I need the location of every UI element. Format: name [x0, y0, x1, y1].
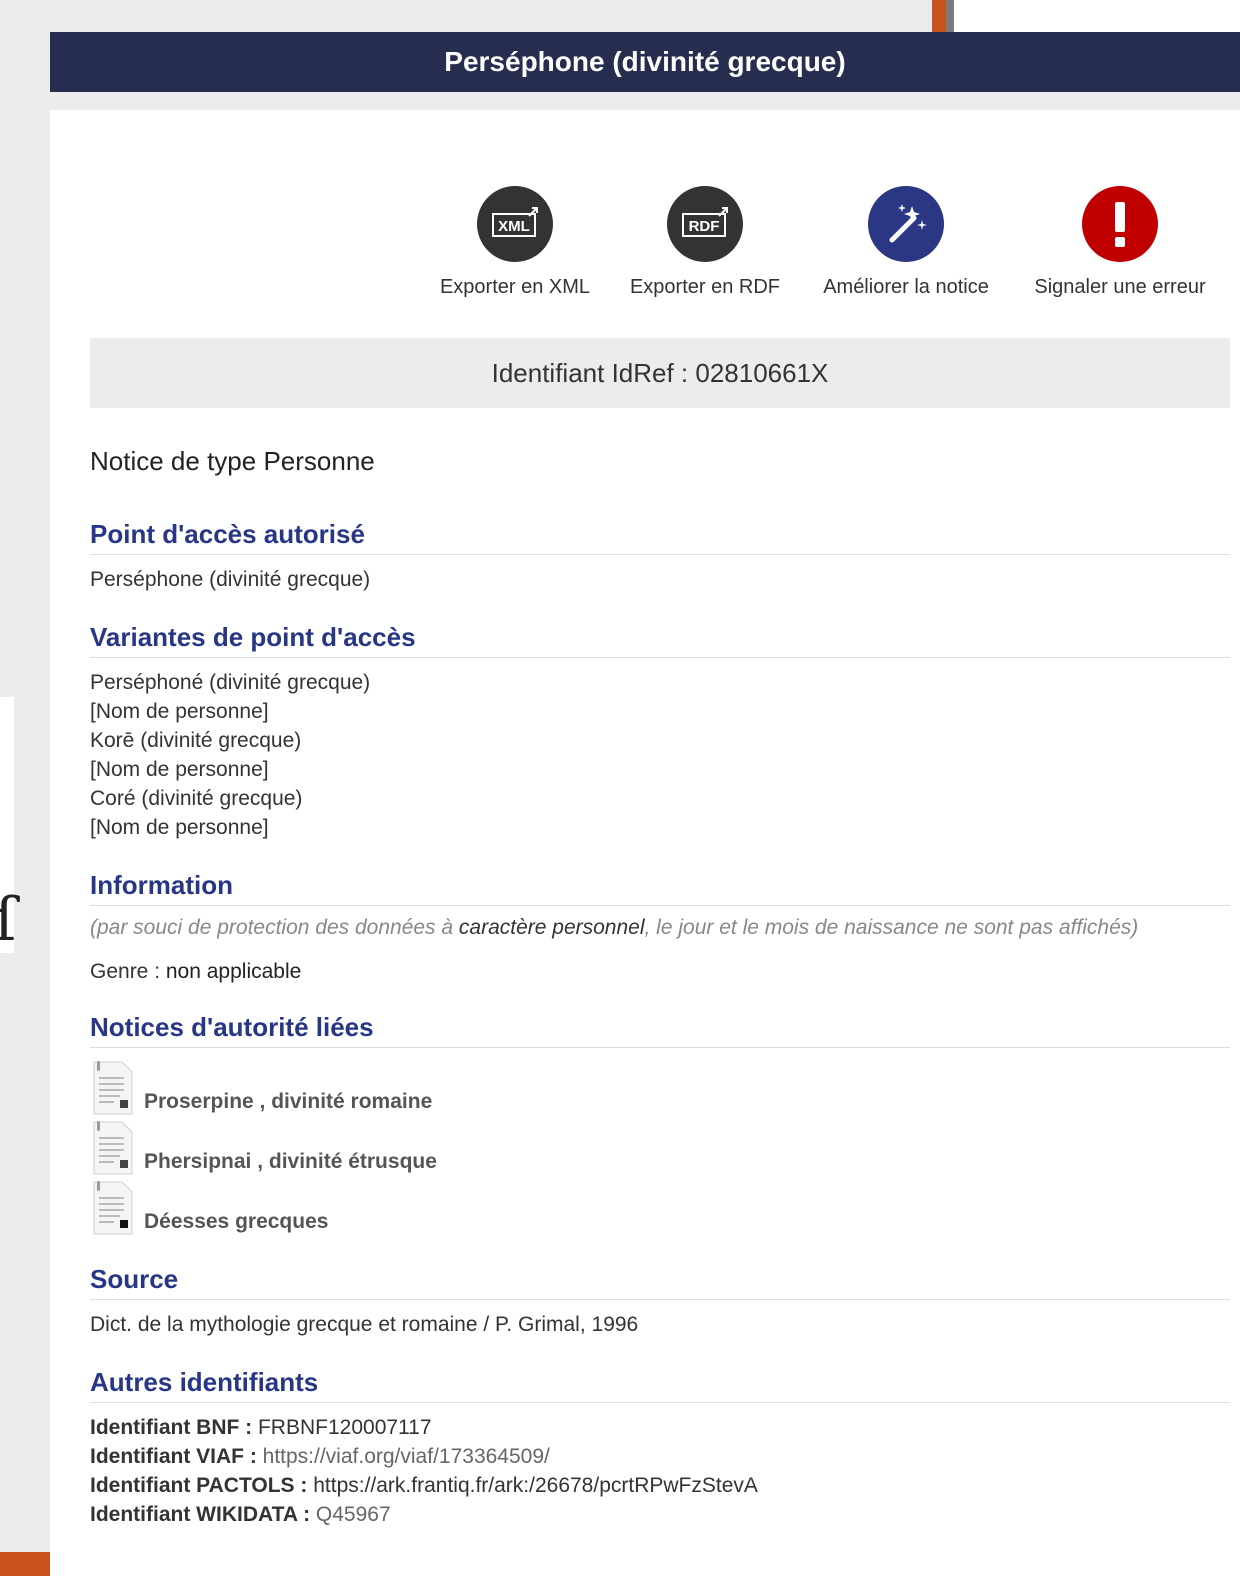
- magic-wand-icon: [868, 186, 944, 262]
- source-value: Dict. de la mythologie grecque et romain…: [90, 1313, 639, 1336]
- background-accent-orange: [932, 0, 946, 32]
- export-rdf-button[interactable]: RDF Exporter en RDF: [592, 186, 818, 306]
- background-accent-bottom: [0, 1552, 50, 1576]
- variants-section: Variantes de point d'accès Perséphoné (d…: [90, 622, 1230, 842]
- identifier-wikidata: Identifiant WIKIDATA : Q45967: [90, 1500, 1230, 1529]
- pactols-link[interactable]: https://ark.frantiq.fr/ark:/26678/pcrtRP…: [313, 1474, 758, 1497]
- action-toolbar: XML Exporter en XML RDF Exporter en RDF: [438, 186, 1228, 306]
- variant-line: [Nom de personne]: [90, 758, 269, 781]
- report-error-label: Signaler une erreur: [1034, 276, 1206, 298]
- genre-value: non applicable: [165, 960, 302, 983]
- variant-line: Perséphoné (divinité grecque): [90, 671, 371, 694]
- identifier-viaf: Identifiant VIAF : https://viaf.org/viaf…: [90, 1442, 1230, 1471]
- wikidata-link[interactable]: Q45967: [316, 1503, 391, 1526]
- exclamation-icon: [1082, 186, 1158, 262]
- document-icon: [90, 1120, 134, 1176]
- genre-label: Genre :: [90, 960, 166, 983]
- information-section: Information (par souci de protection des…: [90, 870, 1230, 984]
- background-panel-top-right: [954, 0, 1240, 32]
- identifier-label: Identifiant VIAF :: [90, 1445, 263, 1468]
- rdf-export-icon: RDF: [667, 186, 743, 262]
- linked-authority-item[interactable]: Phersipnai , divinité étrusque: [90, 1116, 1230, 1176]
- authorized-access-title: Point d'accès autorisé: [90, 519, 1230, 555]
- viaf-link[interactable]: https://viaf.org/viaf/173364509/: [263, 1445, 550, 1468]
- identifier-pactols: Identifiant PACTOLS : https://ark.franti…: [90, 1471, 1230, 1500]
- variant-line: [Nom de personne]: [90, 816, 269, 839]
- variants-list: Perséphoné (divinité grecque) [Nom de pe…: [90, 668, 1230, 842]
- notice-type-value: Personne: [263, 446, 375, 476]
- linked-authority-link[interactable]: Phersipnai , divinité étrusque: [144, 1150, 437, 1174]
- linked-authorities-list: Proserpine , divinité romaine Phersipnai…: [90, 1056, 1230, 1236]
- information-title: Information: [90, 870, 1230, 906]
- identifier-label: Identifiant PACTOLS :: [90, 1474, 314, 1497]
- variant-line: Coré (divinité grecque): [90, 787, 303, 810]
- document-icon: [90, 1180, 134, 1236]
- linked-authority-item[interactable]: Déesses grecques: [90, 1176, 1230, 1236]
- authorized-access-value: Perséphone (divinité grecque): [90, 568, 371, 591]
- svg-text:XML: XML: [498, 218, 530, 235]
- privacy-note-emphasis: caractère personnel: [458, 916, 645, 939]
- other-identifiers-list: Identifiant BNF : FRBNF120007117 Identif…: [90, 1413, 1230, 1529]
- record-content: XML Exporter en XML RDF Exporter en RDF: [50, 110, 1240, 1576]
- linked-authorities-title: Notices d'autorité liées: [90, 1012, 1230, 1048]
- authorized-access-section: Point d'accès autorisé Perséphone (divin…: [90, 519, 1230, 594]
- notice-type: Notice de type Personne: [90, 446, 1230, 477]
- linked-authority-link[interactable]: Proserpine , divinité romaine: [144, 1090, 432, 1114]
- svg-text:RDF: RDF: [689, 218, 720, 235]
- other-identifiers-section: Autres identifiants Identifiant BNF : FR…: [90, 1367, 1230, 1529]
- identifier-bnf: Identifiant BNF : FRBNF120007117: [90, 1413, 1230, 1442]
- genre-line: Genre : non applicable: [90, 960, 1230, 984]
- export-xml-label: Exporter en XML: [439, 276, 591, 298]
- improve-record-label: Améliorer la notice: [823, 276, 989, 298]
- identifier-value: FRBNF120007117: [257, 1416, 432, 1439]
- linked-authorities-section: Notices d'autorité liées Proserpine , di…: [90, 1012, 1230, 1236]
- identifier-label: Identifiant WIKIDATA :: [90, 1503, 316, 1526]
- privacy-note-text-end: , le jour et le mois de naissance ne son…: [644, 916, 1139, 939]
- xml-export-icon: XML: [477, 186, 553, 262]
- idref-identifier: Identifiant IdRef : 02810661X: [90, 338, 1230, 408]
- export-xml-button[interactable]: XML Exporter en XML: [438, 186, 592, 306]
- record-panel: Perséphone (divinité grecque) XML Export…: [50, 32, 1240, 1576]
- notice-type-label: Notice de type: [90, 446, 257, 476]
- linked-authority-item[interactable]: Proserpine , divinité romaine: [90, 1056, 1230, 1116]
- page-title: Perséphone (divinité grecque): [50, 32, 1240, 92]
- identifier-label: Identifiant BNF :: [90, 1416, 258, 1439]
- source-title: Source: [90, 1264, 1230, 1300]
- report-error-button[interactable]: Signaler une erreur: [1012, 186, 1228, 306]
- variant-line: [Nom de personne]: [90, 700, 269, 723]
- document-icon: [90, 1060, 134, 1116]
- improve-record-button[interactable]: Améliorer la notice: [818, 186, 994, 306]
- linked-authority-link[interactable]: Déesses grecques: [144, 1210, 328, 1234]
- privacy-note-text: (par souci de protection des données à: [90, 916, 459, 939]
- record-details: Notice de type Personne Point d'accès au…: [90, 446, 1230, 1557]
- export-rdf-label: Exporter en RDF: [629, 276, 781, 298]
- privacy-note: (par souci de protection des données à c…: [90, 916, 1230, 940]
- variants-title: Variantes de point d'accès: [90, 622, 1230, 658]
- variant-line: Korē (divinité grecque): [90, 729, 302, 752]
- other-identifiers-title: Autres identifiants: [90, 1367, 1230, 1403]
- source-section: Source Dict. de la mythologie grecque et…: [90, 1264, 1230, 1339]
- background-glyph: ſ: [0, 885, 17, 955]
- background-accent-gray: [946, 0, 954, 32]
